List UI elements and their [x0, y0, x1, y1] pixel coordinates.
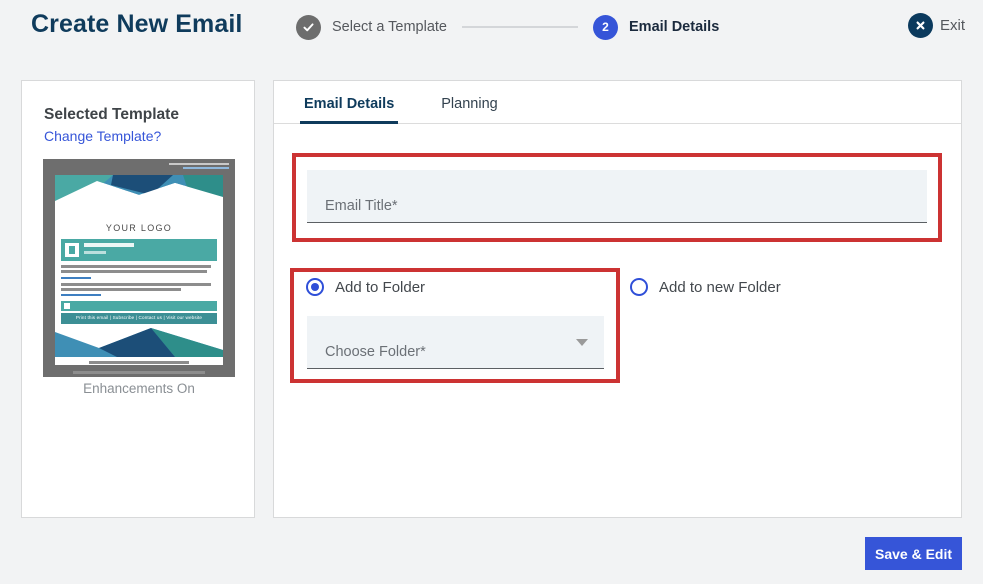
- thumbnail-paragraph-1: [61, 265, 213, 282]
- step-2-label: Email Details: [629, 19, 719, 35]
- thumbnail-footer-links-bar: Print this email | Subscribe | Contact u…: [61, 313, 217, 324]
- tab-planning[interactable]: Planning: [441, 96, 497, 123]
- social-avatar-icon: [65, 243, 79, 257]
- thumbnail-footer-text: [73, 371, 205, 374]
- email-details-panel: Email Details Planning Email Title* Add …: [273, 80, 962, 518]
- email-title-label: Email Title*: [325, 198, 398, 214]
- tab-email-details[interactable]: Email Details: [304, 96, 394, 123]
- enhancements-status: Enhancements On: [22, 381, 256, 396]
- social-sub-placeholder: [84, 251, 106, 254]
- wave-footer-graphic: [55, 324, 223, 357]
- exit-label: Exit: [940, 17, 965, 34]
- radio-selected-dot: [311, 283, 319, 291]
- thumbnail-logo-text: YOUR LOGO: [55, 223, 223, 233]
- radio-add-to-folder-control[interactable]: [306, 278, 324, 296]
- radio-add-to-new-folder-control[interactable]: [630, 278, 648, 296]
- step-select-template[interactable]: Select a Template: [296, 15, 447, 40]
- template-thumbnail[interactable]: YOUR LOGO Print this email | Sub: [43, 159, 235, 377]
- thumbnail-social-post: [61, 239, 217, 261]
- radio-add-to-folder[interactable]: Add to Folder: [306, 278, 425, 296]
- save-and-edit-button[interactable]: Save & Edit: [865, 537, 962, 570]
- check-icon: [302, 21, 315, 34]
- selected-template-panel: Selected Template Change Template? YOUR …: [21, 80, 255, 518]
- thumbnail-preheader: [163, 163, 229, 172]
- choose-folder-label: Choose Folder*: [325, 344, 426, 360]
- radio-add-to-folder-label: Add to Folder: [335, 279, 425, 296]
- thumbnail-paragraph-2: [61, 283, 213, 299]
- step-connector: [462, 26, 578, 28]
- thumbnail-footer-links: Print this email | Subscribe | Contact u…: [61, 315, 217, 320]
- chevron-down-icon: [576, 339, 588, 346]
- step-1-status-icon: [296, 15, 321, 40]
- change-template-link[interactable]: Change Template?: [44, 128, 161, 144]
- thumbnail-email-body: YOUR LOGO Print this email | Sub: [55, 175, 223, 365]
- choose-folder-select[interactable]: Choose Folder*: [307, 316, 604, 369]
- tab-bar: Email Details Planning: [274, 81, 961, 124]
- radio-add-to-new-folder[interactable]: Add to new Folder: [630, 278, 781, 296]
- page-header: Create New Email Select a Template 2 Ema…: [0, 0, 983, 54]
- step-progress-bar: Select a Template 2 Email Details: [296, 13, 719, 41]
- teal-bar-icon: [64, 303, 70, 309]
- step-2-status-badge: 2: [593, 15, 618, 40]
- page-title: Create New Email: [31, 10, 242, 39]
- selected-template-heading: Selected Template: [44, 106, 179, 124]
- step-1-label: Select a Template: [332, 19, 447, 35]
- close-x-icon: [914, 19, 927, 32]
- step-2-number: 2: [602, 21, 609, 33]
- exit-button[interactable]: Exit: [908, 13, 965, 38]
- wave-header-graphic: [55, 175, 223, 217]
- social-handle-placeholder: [84, 243, 134, 247]
- email-title-input[interactable]: Email Title*: [307, 170, 927, 223]
- step-email-details[interactable]: 2 Email Details: [593, 15, 719, 40]
- radio-add-to-new-folder-label: Add to new Folder: [659, 279, 781, 296]
- close-circle-icon: [908, 13, 933, 38]
- thumbnail-teal-bar: [61, 301, 217, 311]
- thumbnail-copyright: [89, 361, 189, 364]
